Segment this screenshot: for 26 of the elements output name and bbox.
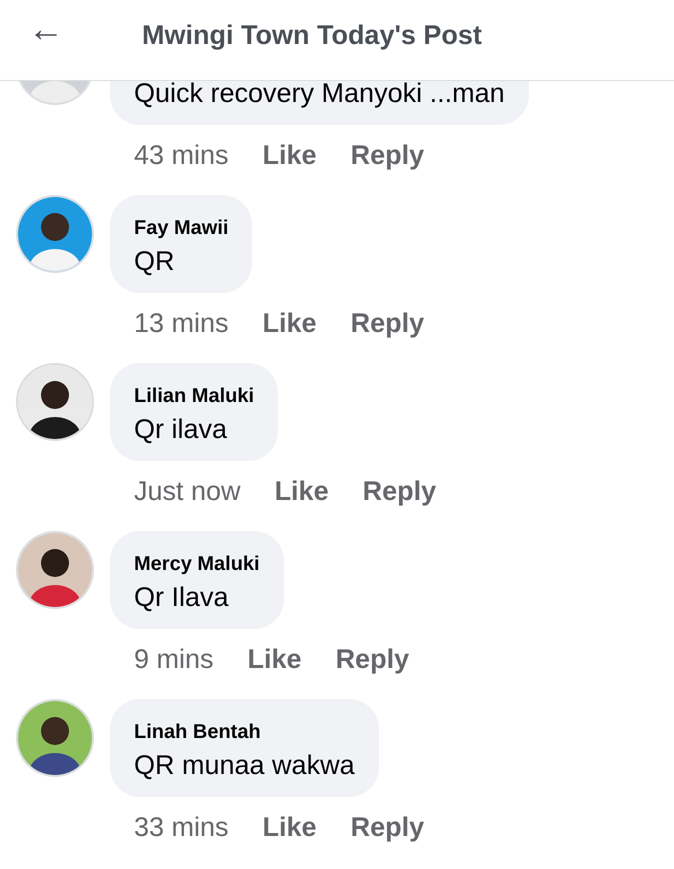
comment-text: QR munaa wakwa xyxy=(134,750,355,781)
comment-time: Just now xyxy=(134,476,241,506)
like-link[interactable]: Like xyxy=(262,812,317,842)
like-link[interactable]: Like xyxy=(274,476,329,506)
reply-link[interactable]: Reply xyxy=(350,308,424,338)
comment-author[interactable]: Mercy Maluki xyxy=(134,553,260,576)
comment-time: 33 mins xyxy=(134,812,229,842)
comment-text: QR xyxy=(134,246,176,277)
comment-text: Qr Ilava xyxy=(134,582,230,613)
comment-author[interactable]: Fay Mawii xyxy=(134,217,228,240)
comment-time: 43 mins xyxy=(134,140,229,170)
like-link[interactable]: Like xyxy=(262,140,317,170)
reply-link[interactable]: Reply xyxy=(350,812,424,842)
page-title: Mwingi Town Today's Post xyxy=(142,20,482,50)
reply-link[interactable]: Reply xyxy=(336,644,410,674)
comment-text: Qr ilava xyxy=(134,414,228,445)
comment-text: Quick recovery Manyoki ...man xyxy=(134,81,505,109)
reply-link[interactable]: Reply xyxy=(362,476,436,506)
comment-time: 13 mins xyxy=(134,308,229,338)
comment-author[interactable]: Lilian Maluki xyxy=(134,385,254,408)
comment-author[interactable]: Linah Bentah xyxy=(134,721,355,744)
comment-time: 9 mins xyxy=(134,644,214,674)
back-button[interactable]: ← xyxy=(0,0,90,59)
reply-link[interactable]: Reply xyxy=(350,140,424,170)
like-link[interactable]: Like xyxy=(262,308,317,338)
like-link[interactable]: Like xyxy=(248,644,302,674)
